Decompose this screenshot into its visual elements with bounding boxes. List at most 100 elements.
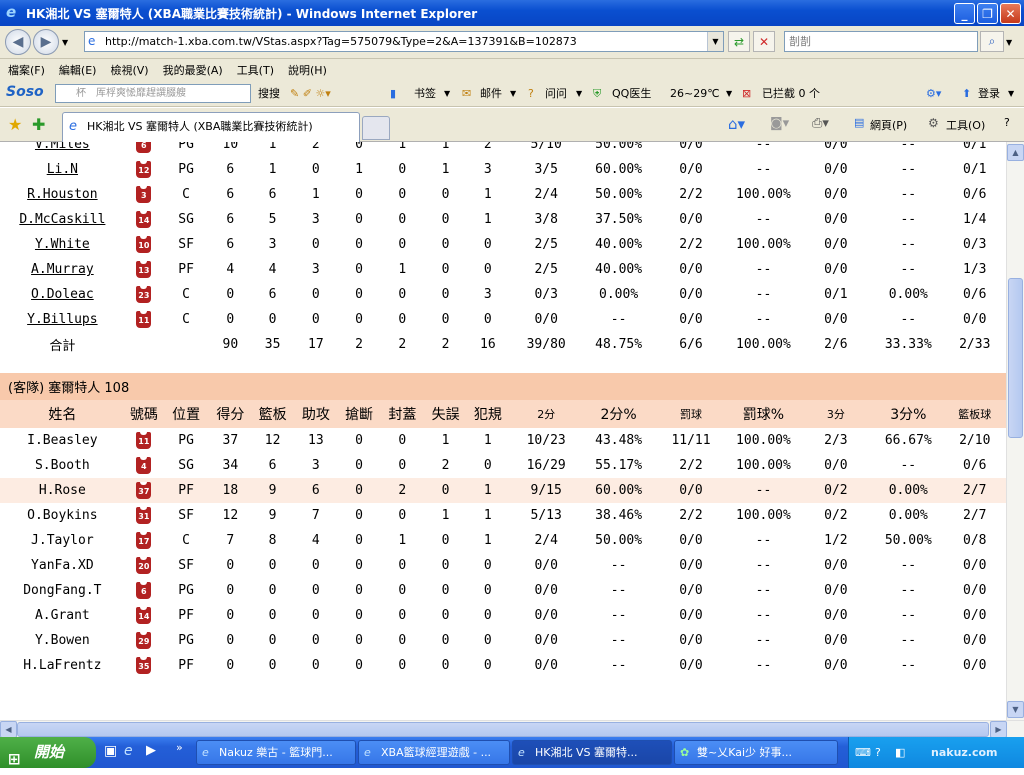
start-button[interactable]: ⊞ 開始 bbox=[0, 737, 96, 768]
tools-menu-button[interactable]: 工具(O) bbox=[946, 117, 985, 133]
menu-view[interactable]: 檢視(V) bbox=[110, 62, 148, 78]
stat-fg2: 2/5 bbox=[534, 262, 558, 277]
horizontal-scrollbar[interactable]: ◀ ▶ bbox=[0, 720, 1024, 738]
add-favorite-icon[interactable]: ✚ bbox=[32, 115, 45, 134]
player-name-cell[interactable]: Y.White bbox=[0, 232, 125, 257]
totals-row: 合計 90 35 17 2 2 2 16 39/80 48.75% 6/6 100.00% 2/6 33.… bbox=[0, 332, 1006, 357]
search-button[interactable]: ⌕ bbox=[980, 31, 1004, 52]
mail-button[interactable]: 邮件 bbox=[480, 85, 502, 103]
minimize-button[interactable]: _ bbox=[954, 3, 975, 24]
stat-reb: 0 bbox=[268, 608, 277, 623]
print-icon[interactable]: ⎙▾ bbox=[812, 116, 829, 131]
menu-favorites[interactable]: 我的最愛(A) bbox=[163, 62, 223, 78]
column-header: 2分 bbox=[508, 400, 584, 428]
search-input[interactable]: 剒剒 bbox=[784, 31, 978, 52]
player-link[interactable]: Y.White bbox=[35, 237, 90, 252]
player-link[interactable]: Li.N bbox=[47, 162, 78, 177]
player-name-cell[interactable]: O.Doleac bbox=[0, 282, 125, 307]
quicklaunch-media-icon[interactable]: ▶ bbox=[146, 743, 156, 758]
player-name-cell[interactable]: Y.Billups bbox=[0, 307, 125, 332]
away-column-headers: 姓名 號碼 位置 得分 籃板 助攻 搶斷 封蓋 失誤 犯規 2分 2分% 罰球 罰球% 3分 3分% 籃板球 bbox=[0, 400, 1006, 428]
horizontal-scroll-thumb[interactable] bbox=[17, 722, 989, 737]
soso-search-button[interactable]: 搜搜 bbox=[258, 85, 280, 103]
stat-pts: 0 bbox=[226, 558, 235, 573]
feeds-icon[interactable]: ◙▾ bbox=[770, 116, 789, 131]
away-team-header: (客隊) 塞爾特人 108 bbox=[0, 373, 1006, 400]
tab-active[interactable]: e HK湘北 VS 塞爾特人 (XBA職業比賽技術統計) bbox=[62, 112, 360, 142]
bookmark-dropdown-icon[interactable]: ▼ bbox=[444, 85, 450, 103]
player-name-cell[interactable]: D.McCaskill bbox=[0, 207, 125, 232]
toolbar-options-icon[interactable]: ⚙▾ bbox=[926, 85, 941, 103]
stat-fg2: 2/4 bbox=[534, 533, 558, 548]
menu-tools[interactable]: 工具(T) bbox=[237, 62, 274, 78]
show-desktop-icon[interactable]: ▣ bbox=[104, 743, 117, 759]
close-button[interactable]: ✕ bbox=[1000, 3, 1021, 24]
player-name-cell[interactable]: Li.N bbox=[0, 157, 125, 182]
scroll-right-icon[interactable]: ▶ bbox=[990, 721, 1007, 738]
task-xba-game[interactable]: e XBA籃球經理遊戲 - ... bbox=[358, 740, 510, 765]
quicklaunch-ie-icon[interactable]: e bbox=[124, 743, 133, 759]
menu-file[interactable]: 檔案(F) bbox=[8, 62, 45, 78]
bookmark-button[interactable]: 书签 bbox=[414, 85, 436, 103]
task-hk-vs-celtics[interactable]: e HK湘北 VS 塞爾特... bbox=[512, 740, 672, 765]
favorites-star-icon[interactable]: ★ bbox=[8, 115, 22, 134]
ask-dropdown-icon[interactable]: ▼ bbox=[576, 85, 582, 103]
qq-doctor-button[interactable]: QQ医生 bbox=[612, 85, 651, 103]
back-button[interactable]: ◀ bbox=[5, 29, 31, 55]
maximize-button[interactable]: ❐ bbox=[977, 3, 998, 24]
login-dropdown-icon[interactable]: ▼ bbox=[1008, 85, 1014, 103]
address-dropdown-icon[interactable]: ▼ bbox=[707, 32, 723, 51]
search-icon: ⌕ bbox=[988, 34, 996, 48]
ask-button[interactable]: 问问 bbox=[545, 85, 567, 103]
help-icon[interactable]: ? bbox=[1004, 116, 1010, 129]
stat-fg3: 0/0 bbox=[824, 658, 848, 673]
scroll-down-icon[interactable]: ▼ bbox=[1007, 701, 1024, 718]
help-tray-icon[interactable]: ? bbox=[875, 737, 881, 768]
search-dropdown-icon[interactable]: ▼ bbox=[1006, 38, 1012, 47]
task-nakuz[interactable]: e Nakuz 樂古 - 籃球門... bbox=[196, 740, 356, 765]
stat-ast: 0 bbox=[311, 237, 320, 252]
soso-tools-icon[interactable]: ✎ ✐ ☼▾ bbox=[290, 85, 331, 103]
scroll-up-icon[interactable]: ▲ bbox=[1007, 144, 1024, 161]
player-link[interactable]: Y.Billups bbox=[27, 312, 97, 327]
stat-fg2p: -- bbox=[610, 658, 627, 673]
home-icon[interactable]: ⌂▾ bbox=[728, 115, 745, 133]
player-name-cell[interactable]: A.Murray bbox=[0, 257, 125, 282]
stat-stl: 0 bbox=[355, 262, 363, 277]
vertical-scrollbar[interactable]: ▲ ▼ bbox=[1006, 142, 1024, 720]
player-link[interactable]: O.Doleac bbox=[31, 287, 94, 302]
soso-search-input[interactable]: 杯 厍桴爽恡靡趕譔腏艘 bbox=[55, 84, 251, 103]
forward-button[interactable]: ▶ bbox=[33, 29, 59, 55]
stop-button[interactable]: ✕ bbox=[753, 31, 775, 52]
stat-blk: 2 bbox=[380, 478, 425, 503]
keyboard-icon[interactable]: ⌨ bbox=[855, 737, 871, 768]
scroll-left-icon[interactable]: ◀ bbox=[0, 721, 17, 738]
popup-blocked-label[interactable]: 已拦截 0 个 bbox=[762, 85, 820, 103]
player-link[interactable]: A.Murray bbox=[31, 262, 94, 277]
player-link[interactable]: D.McCaskill bbox=[19, 212, 105, 227]
new-tab-button[interactable] bbox=[362, 116, 390, 140]
stat-pf: 0 bbox=[483, 558, 492, 573]
stat-reb: 6 bbox=[268, 458, 277, 473]
player-name-cell[interactable]: V.Miles bbox=[0, 142, 125, 157]
window-titlebar[interactable]: e HK湘北 VS 塞爾特人 (XBA職業比賽技術統計) - Windows I… bbox=[0, 0, 1024, 26]
vertical-scroll-thumb[interactable] bbox=[1008, 278, 1023, 438]
network-icon[interactable]: ◧ bbox=[895, 737, 905, 768]
quicklaunch-expand-icon[interactable]: » bbox=[176, 741, 183, 754]
history-dropdown-icon[interactable]: ▼ bbox=[62, 38, 68, 47]
weather-dropdown-icon[interactable]: ▼ bbox=[726, 85, 732, 103]
menu-edit[interactable]: 編輯(E) bbox=[59, 62, 97, 78]
total-fg3p: 33.33% bbox=[884, 337, 932, 352]
weather-label[interactable]: 26~29℃ bbox=[670, 85, 720, 103]
player-name-cell[interactable]: R.Houston bbox=[0, 182, 125, 207]
page-menu-button[interactable]: 網頁(P) bbox=[870, 117, 907, 133]
mail-dropdown-icon[interactable]: ▼ bbox=[510, 85, 516, 103]
refresh-button[interactable]: ⇄ bbox=[728, 31, 750, 52]
address-input[interactable]: e http://match-1.xba.com.tw/VStas.aspx?T… bbox=[84, 31, 724, 52]
login-button[interactable]: 登录 bbox=[978, 85, 1000, 103]
stat-pos: PF bbox=[178, 262, 194, 277]
player-link[interactable]: V.Miles bbox=[35, 142, 90, 152]
menu-help[interactable]: 說明(H) bbox=[288, 62, 327, 78]
player-link[interactable]: R.Houston bbox=[27, 187, 97, 202]
task-kai[interactable]: ✿ 雙~乂Kai少 好事... bbox=[674, 740, 838, 765]
